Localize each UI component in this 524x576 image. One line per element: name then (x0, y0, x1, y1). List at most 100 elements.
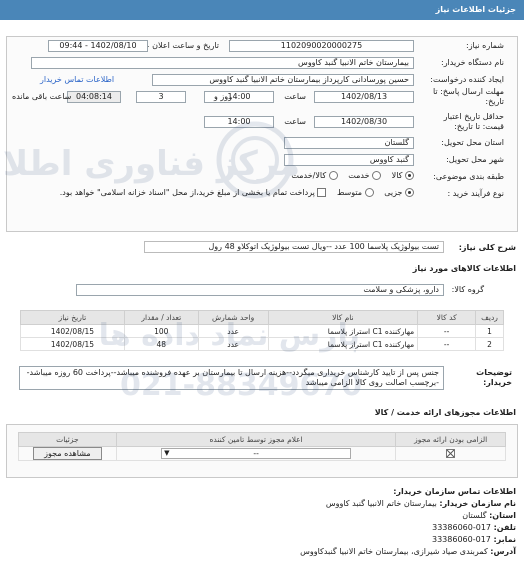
need-summary-label: شرح کلی نیاز: (458, 243, 516, 252)
process-option-medium[interactable]: متوسط (337, 188, 374, 197)
contact-phone: تلفن: 017-33386060 (432, 523, 516, 532)
cell-unit: عدد (197, 324, 269, 338)
required-checkbox (446, 449, 456, 459)
buyer-notes-label-1: توضیحات (476, 368, 512, 377)
city-label: شهر محل تحویل: (446, 155, 504, 164)
announce-date-field: 1402/08/10 - 09:44 (48, 40, 148, 52)
category-option-service[interactable]: خدمت (348, 171, 382, 180)
goods-table: ردیف کد کالا نام کالا واحد شمارش تعداد /… (20, 310, 504, 351)
validity-label-1: حداقل تاریخ اعتبار (443, 112, 504, 121)
category-option-goods-label: کالا (391, 171, 403, 180)
category-label: طبقه بندی موضوعی: (433, 172, 504, 181)
category-option-goods[interactable]: کالا (392, 171, 414, 180)
need-summary-field: تست بیولوژیک پلاسما 100 عدد --ویال تست ب… (144, 241, 444, 253)
province-field: گلستان (284, 137, 414, 149)
cell-qty: 100 (123, 324, 199, 338)
permits-table-header: الزامی بودن ارائه مجوز اعلام مجوز توسط ت… (18, 432, 506, 447)
process-option-minor-label: جزیی (384, 188, 403, 197)
contact-phone-label: تلفن: (493, 523, 516, 532)
chevron-down-icon: ▼ (164, 449, 170, 457)
table-row: 2 -- مهارکننده C1 استراز پلاسما عدد 48 1… (20, 337, 504, 351)
goods-table-header: ردیف کد کالا نام کالا واحد شمارش تعداد /… (20, 310, 504, 325)
cell-qty: 48 (123, 337, 199, 351)
col-code: کد کالا (417, 310, 477, 325)
treasury-checkbox[interactable] (317, 188, 327, 197)
contact-title-text: اطلاعات تماس سازمان خریدار: (393, 487, 516, 496)
permit-select[interactable]: -- ▼ (161, 448, 352, 459)
goods-group-field: دارو، پزشکی و سلامت (76, 284, 444, 296)
cell-date: 1402/08/15 (20, 324, 125, 338)
deadline-date-field: 1402/08/13 (314, 91, 414, 103)
permit-select-cell: -- ▼ (115, 446, 397, 461)
province-label: استان محل تحویل: (441, 138, 504, 147)
contact-org: نام سازمان خریدار: بیمارستان خاتم الانبی… (326, 499, 516, 508)
category-option-both-label: کالا/خدمت (291, 171, 327, 180)
validity-label-2: قیمت: تا تاریخ: (454, 122, 504, 131)
col-date: تاریخ نیاز (20, 310, 125, 325)
radio-goods[interactable] (405, 171, 414, 180)
radio-service[interactable] (372, 171, 382, 180)
contact-address-value: کمربندی صیاد شیرازی، بیمارستان خاتم الان… (300, 547, 488, 556)
page-title: جزئیات اطلاعات نیاز (435, 5, 516, 14)
contact-phone-value: 017-33386060 (432, 523, 492, 532)
category-option-service-label: خدمت (348, 171, 370, 180)
contact-province: استان: گلستان (462, 511, 516, 520)
col-unit: واحد شمارش (197, 310, 269, 325)
col-name: نام کالا (267, 310, 419, 325)
contact-address: آدرس: کمربندی صیاد شیرازی، بیمارستان خات… (300, 547, 516, 556)
cell-date: 1402/08/15 (20, 337, 125, 351)
payment-treasury-option[interactable]: پرداخت تمام یا بخشی از مبلغ خرید،از محل … (60, 188, 327, 197)
col-required: الزامی بودن ارائه مجوز (395, 432, 506, 447)
view-permit-button[interactable]: مشاهده مجوز (33, 447, 102, 460)
deadline-label-2: تاریخ: (485, 97, 504, 106)
contact-org-label: نام سازمان خریدار: (439, 499, 516, 508)
cell-unit: عدد (197, 337, 269, 351)
need-number-label: شماره نیاز: (466, 41, 504, 50)
cell-code: -- (417, 337, 477, 351)
category-options: کالا خدمت کالا/خدمت (283, 171, 414, 180)
cell-row: 1 (475, 324, 504, 338)
buyer-name-label: نام دستگاه خریدار: (441, 58, 504, 67)
validity-date-field: 1402/08/30 (314, 116, 414, 128)
contact-address-label: آدرس: (490, 547, 516, 556)
remaining-time-label: ساعت باقی مانده (12, 92, 72, 101)
process-option-minor[interactable]: جزیی (384, 188, 414, 197)
radio-minor[interactable] (405, 188, 414, 197)
deadline-label-1: مهلت ارسال پاسخ: تا (432, 87, 504, 96)
buyer-contact-link[interactable]: اطلاعات تماس خریدار (40, 75, 114, 84)
contact-title: اطلاعات تماس سازمان خریدار: (393, 487, 516, 496)
process-options: جزیی متوسط پرداخت تمام یا بخشی از مبلغ خ… (52, 188, 414, 197)
radio-goods-service[interactable] (328, 171, 338, 180)
cell-name: مهارکننده C1 استراز پلاسما (267, 324, 419, 338)
deadline-time-label: ساعت (284, 92, 306, 101)
table-row: 1 -- مهارکننده C1 استراز پلاسما عدد 100 … (20, 324, 504, 338)
remaining-days-field: 3 (136, 91, 186, 103)
city-field: گنبد کاووس (284, 154, 414, 166)
contact-fax-value: 017-33386060 (432, 535, 491, 544)
process-label: نوع فرآیند خرید : (447, 189, 504, 198)
days-label: روز و (214, 92, 232, 101)
cell-row: 2 (475, 337, 504, 351)
contact-org-value: بیمارستان خاتم الانبیا گنبد کاووس (325, 499, 437, 508)
buyer-name-field: بیمارستان خاتم الانبیا گنبد کاووس (31, 57, 414, 69)
remaining-time-field: 04:08:14 (67, 91, 121, 103)
radio-medium[interactable] (364, 188, 374, 197)
creator-field: حسین پورسادانی کارپرداز بیمارستان خاتم ا… (152, 74, 414, 86)
validity-time-label: ساعت (284, 117, 306, 126)
col-row: ردیف (475, 310, 504, 325)
category-option-both[interactable]: کالا/خدمت (291, 171, 338, 180)
permit-required-cell (395, 446, 506, 461)
contact-fax: نمابر: 017-33386060 (432, 535, 516, 544)
buyer-notes-label-2: خریدار: (483, 378, 512, 387)
cell-code: -- (417, 324, 477, 338)
permits-table: الزامی بودن ارائه مجوز اعلام مجوز توسط ت… (18, 432, 506, 461)
col-details: جزئیات (18, 432, 117, 447)
contact-province-value: گلستان (462, 511, 487, 520)
payment-note: پرداخت تمام یا بخشی از مبلغ خرید،از محل … (59, 188, 315, 197)
process-option-medium-label: متوسط (336, 188, 363, 197)
permit-select-value: -- (253, 449, 259, 458)
page-header-bar: جزئیات اطلاعات نیاز (0, 0, 524, 20)
buyer-notes-field: جنس پس از تایید کارشناس خریداری میگردد--… (19, 366, 444, 390)
validity-time-field: 14:00 (204, 116, 274, 128)
permit-details-cell: مشاهده مجوز (18, 446, 117, 461)
